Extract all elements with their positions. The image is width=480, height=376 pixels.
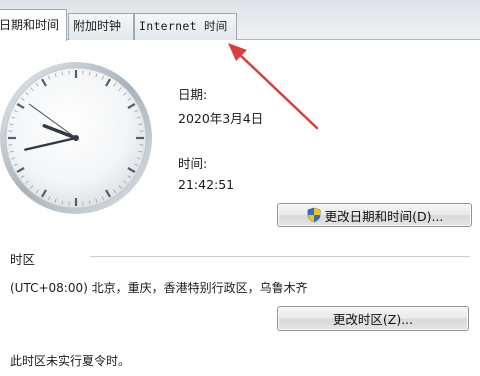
time-label: 时间: (178, 156, 208, 171)
date-value: 2020年3月4日 (178, 111, 264, 126)
change-date-time-label: 更改日期和时间(D)... (324, 208, 444, 224)
analog-clock (0, 62, 152, 214)
tab-additional-clocks[interactable]: 附加时钟 (68, 13, 134, 40)
tab-strip: 日期和时间 附加时钟 Internet 时间 (0, 0, 480, 41)
timezone-value: (UTC+08:00) 北京，重庆，香港特别行政区，乌鲁木齐 (10, 281, 308, 295)
timezone-divider (90, 256, 470, 257)
timezone-header: 时区 (10, 252, 36, 267)
change-timezone-button[interactable]: 更改时区(Z)... (277, 306, 469, 331)
tab-internet-time[interactable]: Internet 时间 (134, 13, 237, 40)
clock-center (73, 135, 79, 141)
change-date-time-button[interactable]: 更改日期和时间(D)... (277, 203, 472, 227)
tab-date-and-time[interactable]: 日期和时间 (0, 9, 67, 41)
shield-icon (307, 207, 320, 223)
time-value: 21:42:51 (178, 177, 235, 192)
dst-note: 此时区未实行夏令时。 (10, 354, 131, 368)
date-label: 日期: (178, 87, 208, 102)
